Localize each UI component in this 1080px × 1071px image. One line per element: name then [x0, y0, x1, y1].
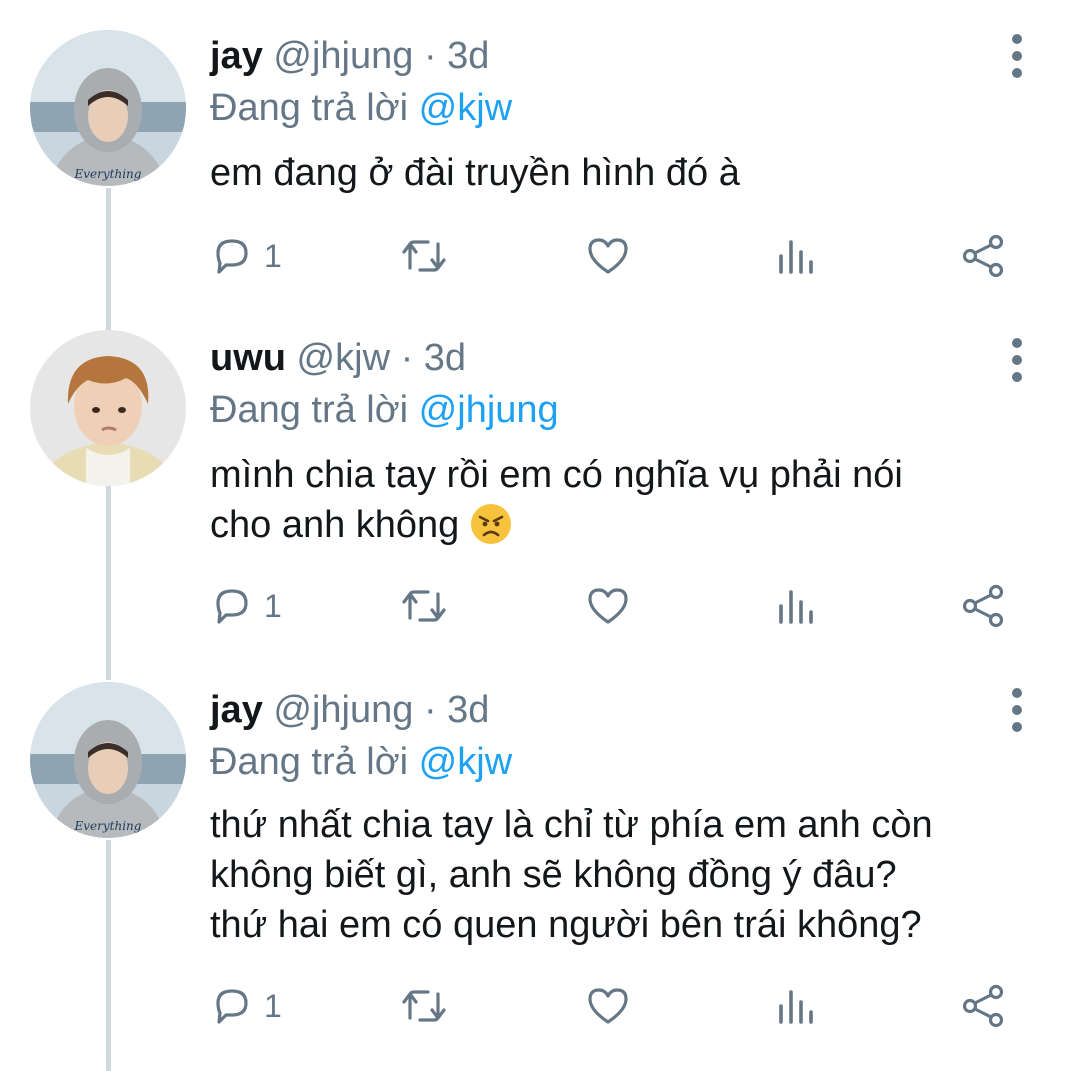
tweet[interactable]: uwu @kjw · 3d Đang trả lời @jhjung mình … [0, 310, 1080, 660]
display-name[interactable]: jay [210, 689, 263, 731]
reply-count: 1 [264, 587, 282, 624]
replying-prefix: Đang trả lời [210, 741, 419, 783]
tweet-actions: 1 [210, 232, 1010, 280]
avatar-hoodie-photo: Everything [30, 30, 186, 186]
retweet-icon [402, 240, 446, 272]
tweet[interactable]: Everything jay @jhjung · 3d Đang trả lời… [0, 0, 1080, 310]
user-handle[interactable]: @jhjung [273, 35, 413, 77]
avatar-portrait-photo [30, 330, 186, 486]
share-icon [962, 584, 1004, 628]
reply-button[interactable]: 1 [210, 982, 282, 1030]
heart-icon [588, 588, 628, 624]
tweet-text: em đang ở đài truyền hình đó à [210, 148, 1030, 198]
tweet-text-line: không biết gì, anh sẽ không đồng ý đâu? [210, 854, 897, 896]
user-handle[interactable]: @kjw [297, 337, 390, 379]
replying-to: Đang trả lời @jhjung [210, 388, 559, 432]
replying-prefix: Đang trả lời [210, 389, 419, 431]
svg-text:Everything: Everything [74, 819, 142, 833]
like-button[interactable] [584, 232, 632, 280]
tweet-text-line: thứ hai em có quen người bên trái không? [210, 904, 922, 946]
timestamp[interactable]: 3d [424, 337, 466, 379]
replying-to: Đang trả lời @kjw [210, 740, 512, 784]
avatar[interactable]: Everything [30, 30, 186, 186]
separator-dot: · [423, 35, 437, 77]
separator-dot: · [400, 337, 414, 379]
retweet-button[interactable] [398, 582, 450, 630]
analytics-button[interactable] [776, 982, 816, 1030]
replying-prefix: Đang trả lời [210, 87, 419, 129]
tweet-text-line: mình chia tay rồi em có nghĩa vụ phải nó… [210, 454, 903, 496]
reply-count: 1 [264, 237, 282, 274]
analytics-button[interactable] [776, 582, 816, 630]
tweet-text: mình chia tay rồi em có nghĩa vụ phải nó… [210, 450, 1030, 550]
tweet-header: jay @jhjung · 3d [210, 34, 489, 78]
heart-icon [588, 988, 628, 1024]
reply-count: 1 [264, 987, 282, 1024]
share-button[interactable] [960, 582, 1006, 630]
reply-button[interactable]: 1 [210, 582, 282, 630]
reply-icon [216, 239, 248, 274]
timestamp[interactable]: 3d [447, 35, 489, 77]
share-button[interactable] [960, 982, 1006, 1030]
share-icon [962, 984, 1004, 1028]
display-name[interactable]: uwu [210, 337, 286, 379]
display-name[interactable]: jay [210, 35, 263, 77]
reply-button[interactable]: 1 [210, 232, 282, 280]
retweet-icon [402, 590, 446, 622]
share-button[interactable] [960, 232, 1006, 280]
angry-face-emoji [470, 503, 512, 545]
like-button[interactable] [584, 582, 632, 630]
retweet-button[interactable] [398, 232, 450, 280]
tweet-text-line: em đang ở đài truyền hình đó à [210, 152, 740, 194]
tweet-text-line: cho anh không [210, 500, 1030, 550]
more-options-icon[interactable] [1000, 688, 1034, 732]
reply-icon [216, 989, 248, 1024]
tweet-text: thứ nhất chia tay là chỉ từ phía em anh … [210, 800, 1030, 950]
retweet-icon [402, 990, 446, 1022]
reply-icon [216, 589, 248, 624]
avatar[interactable] [30, 330, 186, 486]
tweet-header: uwu @kjw · 3d [210, 336, 466, 380]
tweet-actions: 1 [210, 982, 1010, 1030]
retweet-button[interactable] [398, 982, 450, 1030]
replying-mention-link[interactable]: @kjw [419, 87, 512, 129]
analytics-button[interactable] [776, 232, 816, 280]
analytics-icon [779, 590, 813, 624]
tweet-text-line: thứ nhất chia tay là chỉ từ phía em anh … [210, 804, 933, 846]
avatar[interactable]: Everything [30, 682, 186, 838]
tweet-header: jay @jhjung · 3d [210, 688, 489, 732]
avatar-hoodie-photo: Everything [30, 682, 186, 838]
replying-mention-link[interactable]: @jhjung [419, 389, 559, 431]
share-icon [962, 234, 1004, 278]
svg-text:Everything: Everything [74, 167, 142, 181]
timestamp[interactable]: 3d [447, 689, 489, 731]
analytics-icon [779, 990, 813, 1024]
replying-to: Đang trả lời @kjw [210, 86, 512, 130]
like-button[interactable] [584, 982, 632, 1030]
replying-mention-link[interactable]: @kjw [419, 741, 512, 783]
separator-dot: · [423, 689, 437, 731]
user-handle[interactable]: @jhjung [273, 689, 413, 731]
tweet[interactable]: Everything jay @jhjung · 3d Đang trả lời… [0, 660, 1080, 1071]
more-options-icon[interactable] [1000, 338, 1034, 382]
heart-icon [588, 238, 628, 274]
analytics-icon [779, 240, 813, 274]
tweet-actions: 1 [210, 582, 1010, 630]
more-options-icon[interactable] [1000, 34, 1034, 78]
